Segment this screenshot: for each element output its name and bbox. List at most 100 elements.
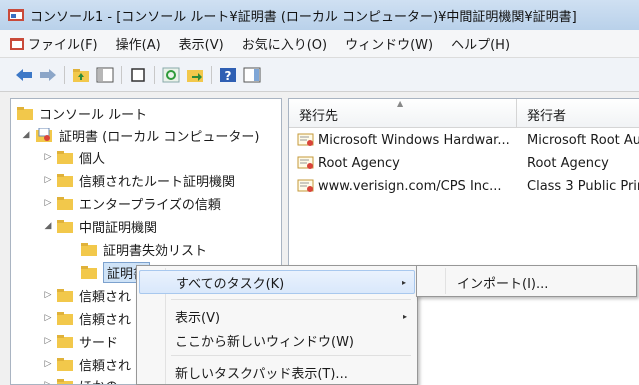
menu-bar: ファイル(F) 操作(A) 表示(V) お気に入り(O) ウィンドウ(W) ヘル… bbox=[0, 30, 639, 58]
expand-arrow-icon[interactable]: ▷ bbox=[43, 175, 53, 185]
tree-item-trusted-c[interactable]: ▷ 信頼され bbox=[43, 353, 131, 375]
tree-item-certificates-local[interactable]: ◢ 証明書 (ローカル コンピューター) bbox=[21, 124, 259, 146]
toolbar-separator bbox=[121, 65, 122, 84]
tree-item-label: 中間証明機関 bbox=[79, 220, 158, 236]
tree-item-label: 証明書失効リスト bbox=[103, 243, 208, 259]
certificate-store-icon bbox=[35, 127, 53, 143]
cell-issued-by: Root Agency bbox=[527, 155, 609, 171]
collapse-arrow-icon[interactable]: ◢ bbox=[21, 130, 31, 140]
folder-icon bbox=[57, 150, 73, 164]
tree-item-label: サード bbox=[79, 335, 119, 351]
context-menu: すべてのタスク(K) ▸ 表示(V) ▸ ここから新しいウィンドウ(W) 新しい… bbox=[136, 265, 418, 385]
menu-file[interactable]: ファイル(F) bbox=[10, 34, 98, 53]
menu-item-new-window-from-here[interactable]: ここから新しいウィンドウ(W) bbox=[139, 328, 415, 352]
tree-item-label: 信頼され bbox=[79, 312, 132, 328]
forward-arrow-icon[interactable] bbox=[38, 65, 58, 85]
expand-arrow-icon[interactable]: ▷ bbox=[43, 290, 53, 300]
expand-arrow-icon[interactable]: ▷ bbox=[43, 336, 53, 346]
list-header: ▲ 発行先 発行者 bbox=[289, 99, 639, 128]
expand-arrow-icon[interactable]: ▷ bbox=[43, 313, 53, 323]
menu-item-all-tasks[interactable]: すべてのタスク(K) ▸ bbox=[139, 270, 415, 294]
cell-issued-to: Microsoft Windows Hardwar... bbox=[318, 132, 510, 148]
toolbar: ? bbox=[0, 58, 639, 92]
menu-icon-gutter bbox=[445, 268, 446, 294]
menu-file-label: ファイル(F) bbox=[28, 38, 98, 53]
menu-separator bbox=[171, 355, 411, 356]
help-icon[interactable]: ? bbox=[218, 65, 238, 85]
folder-icon bbox=[81, 242, 97, 256]
folder-icon bbox=[57, 173, 73, 187]
title-bar: コンソール1 - [コンソール ルート¥証明書 (ローカル コンピューター)¥中… bbox=[0, 0, 639, 30]
tree-item-label: コンソール ルート bbox=[39, 107, 148, 123]
column-label: 発行者 bbox=[527, 109, 567, 124]
back-arrow-icon[interactable] bbox=[14, 65, 34, 85]
tree-item-crl[interactable]: 証明書失効リスト bbox=[81, 238, 207, 260]
menu-action[interactable]: 操作(A) bbox=[116, 34, 161, 53]
table-row[interactable]: www.verisign.com/CPS Inc... Class 3 Publ… bbox=[289, 175, 639, 197]
refresh-icon[interactable] bbox=[161, 65, 181, 85]
toolbar-separator bbox=[154, 65, 155, 84]
tree-item-intermediate-ca[interactable]: ◢ 中間証明機関 bbox=[43, 215, 157, 237]
menu-item-label: 新しいタスクパッド表示(T)... bbox=[175, 366, 348, 382]
tree-item-trusted-root-ca[interactable]: ▷ 信頼されたルート証明機関 bbox=[43, 169, 235, 191]
folder-icon bbox=[17, 106, 33, 120]
certificate-icon bbox=[297, 156, 315, 170]
svg-text:?: ? bbox=[225, 69, 232, 83]
toolbar-separator bbox=[64, 65, 65, 84]
up-folder-icon[interactable] bbox=[71, 65, 91, 85]
folder-icon bbox=[81, 265, 97, 279]
cell-issued-by: Microsoft Root Au bbox=[527, 132, 639, 148]
expand-arrow-icon[interactable]: ▷ bbox=[43, 198, 53, 208]
sort-ascending-icon: ▲ bbox=[397, 99, 404, 108]
tree-item-label: エンタープライズの信頼 bbox=[79, 197, 221, 213]
tree-item-personal[interactable]: ▷ 個人 bbox=[43, 146, 105, 168]
menu-item-label: すべてのタスク(K) bbox=[176, 276, 285, 292]
mmc-app-icon bbox=[8, 8, 24, 22]
folder-icon bbox=[57, 378, 73, 384]
table-row[interactable]: Microsoft Windows Hardwar... Microsoft R… bbox=[289, 129, 639, 151]
menu-help[interactable]: ヘルプ(H) bbox=[451, 34, 510, 53]
toolbar-separator bbox=[211, 65, 212, 84]
expand-arrow-icon[interactable]: ▷ bbox=[43, 359, 53, 369]
column-header-issued-to[interactable]: ▲ 発行先 bbox=[289, 99, 517, 127]
new-window-icon[interactable] bbox=[128, 65, 148, 85]
tree-item-label: 証明書 (ローカル コンピューター) bbox=[59, 129, 260, 145]
menu-favorites[interactable]: お気に入り(O) bbox=[242, 34, 327, 53]
certificate-icon bbox=[297, 133, 315, 147]
all-tasks-submenu: インポート(I)... bbox=[416, 265, 637, 297]
tree-item-trusted-a[interactable]: ▷ 信頼され bbox=[43, 284, 131, 306]
table-row[interactable]: Root Agency Root Agency bbox=[289, 152, 639, 174]
expand-arrow-icon[interactable]: ▷ bbox=[43, 152, 53, 162]
menu-item-new-taskpad-view[interactable]: 新しいタスクパッド表示(T)... bbox=[139, 360, 415, 384]
export-list-icon[interactable] bbox=[185, 65, 205, 85]
cell-issued-by: Class 3 Public Prim bbox=[527, 178, 639, 194]
cell-issued-to: Root Agency bbox=[318, 155, 400, 171]
tree-item-trusted-b[interactable]: ▷ 信頼され bbox=[43, 307, 131, 329]
show-hide-tree-icon[interactable] bbox=[95, 65, 115, 85]
tree-item-label: 個人 bbox=[79, 151, 106, 167]
folder-icon bbox=[57, 196, 73, 210]
expand-arrow-icon[interactable]: ▷ bbox=[43, 380, 53, 384]
window-title: コンソール1 - [コンソール ルート¥証明書 (ローカル コンピューター)¥中… bbox=[30, 9, 577, 25]
tree-item-label: 信頼されたルート証明機関 bbox=[79, 174, 236, 190]
certificate-icon bbox=[297, 179, 315, 193]
action-pane-icon[interactable] bbox=[242, 65, 262, 85]
menu-item-import[interactable]: インポート(I)... bbox=[457, 273, 548, 292]
folder-icon bbox=[57, 288, 73, 302]
menu-window[interactable]: ウィンドウ(W) bbox=[345, 34, 433, 53]
tree-item-label: 信頼され bbox=[79, 358, 132, 374]
cell-issued-to: www.verisign.com/CPS Inc... bbox=[318, 178, 502, 194]
menu-item-view[interactable]: 表示(V) ▸ bbox=[139, 304, 415, 328]
menu-view[interactable]: 表示(V) bbox=[179, 34, 224, 53]
column-label: 発行先 bbox=[299, 109, 339, 124]
open-folder-icon bbox=[57, 219, 73, 233]
folder-icon bbox=[57, 334, 73, 348]
folder-icon bbox=[57, 357, 73, 371]
column-header-issued-by[interactable]: 発行者 bbox=[517, 99, 639, 127]
tree-item-other[interactable]: ▷ ほかの bbox=[43, 374, 118, 384]
collapse-arrow-icon[interactable]: ◢ bbox=[43, 221, 53, 231]
folder-icon bbox=[57, 311, 73, 325]
tree-item-enterprise-trust[interactable]: ▷ エンタープライズの信頼 bbox=[43, 192, 221, 214]
tree-item-third-party[interactable]: ▷ サード bbox=[43, 330, 118, 352]
tree-item-console-root[interactable]: コンソール ルート bbox=[17, 102, 147, 124]
